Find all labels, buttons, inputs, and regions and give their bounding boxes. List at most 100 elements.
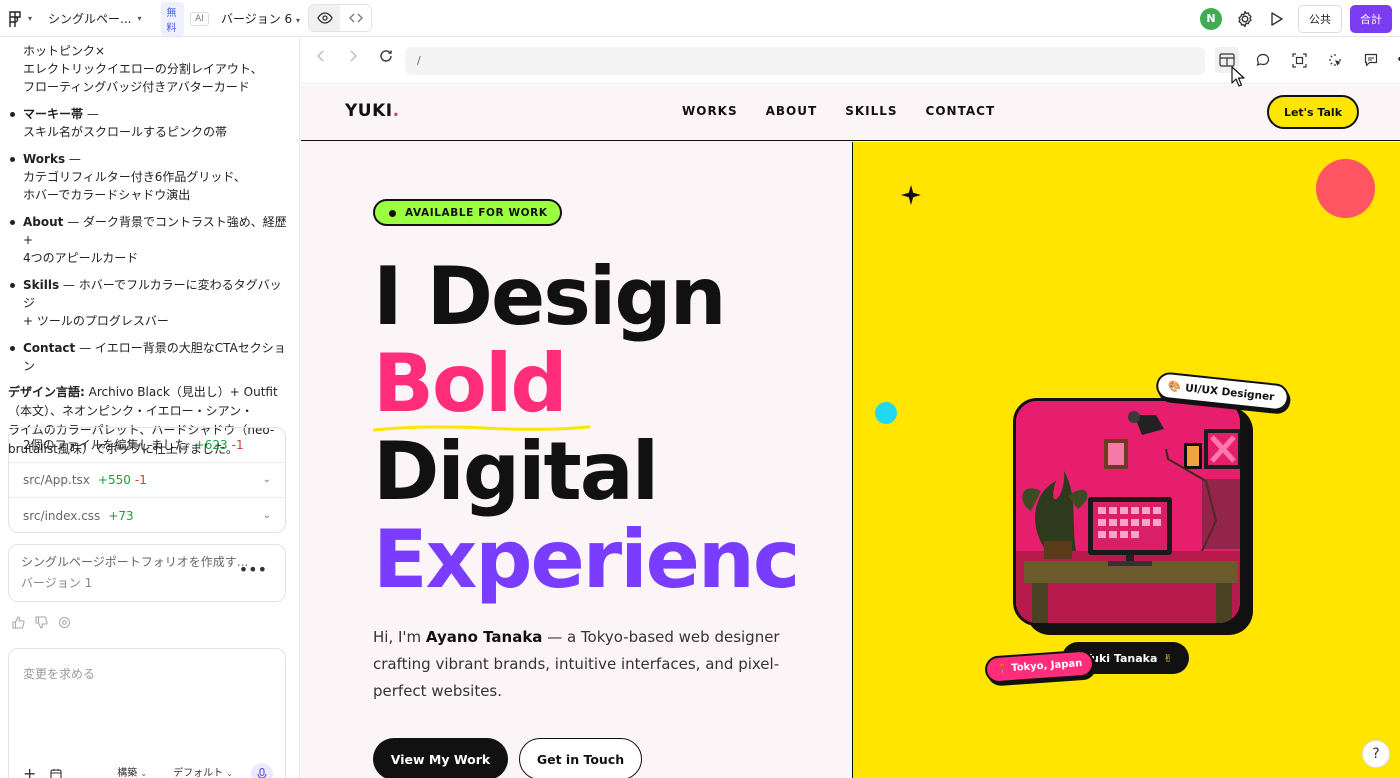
thumbs-down-icon[interactable] [35,616,48,629]
palette-icon: 🎨 [1167,380,1182,394]
brand-dot: . [392,101,400,121]
speech-bubble-icon [1256,53,1270,67]
view-work-button[interactable]: View My Work [373,738,508,778]
file-row[interactable]: src/index.css +73 ⌄ [9,498,285,532]
forward-icon[interactable] [347,50,359,62]
version-selector-label: バージョン 6 [220,12,293,26]
assistant-message: ホットピンク× エレクトリックイエローの分割レイアウト、 フローティングバッジ付… [8,42,292,459]
hero-text-section: AVAILABLE FOR WORK I Design Bold Digital… [301,142,852,778]
select-element-icon [1291,52,1307,68]
prompt-input[interactable] [23,665,273,705]
publish-button[interactable]: 公共 [1298,4,1342,33]
deletions-count: -1 [134,473,147,487]
site-nav-links: WORKS ABOUT SKILLS CONTACT [682,104,995,118]
pin-icon: 📍 [996,663,1009,675]
list-item-text: ホバーでカラードシャドウ演出 [23,188,191,202]
microphone-icon [257,768,267,778]
nav-link-about[interactable]: ABOUT [766,104,818,118]
magic-edit-button[interactable] [1323,47,1347,73]
project-header: ▾ シングルペー... ▾ 無料 AI バージョン 6 ▾ [0,0,300,37]
hero-visual-section: 🎨 UI/UX Designer Yuki Tanaka ✌ 📍 Tokyo, … [852,142,1400,778]
feedback-icons [12,616,71,629]
view-toggle [308,4,372,32]
version-selector[interactable]: バージョン 6 ▾ [221,10,300,27]
chat-panel: ホットピンク× エレクトリックイエローの分割レイアウト、 フローティングバッジ付… [0,38,300,778]
design-language-title: デザイン言語: [8,385,85,399]
calendar-icon[interactable] [50,768,62,778]
chevron-down-icon[interactable]: ▾ [137,14,141,23]
chevron-down-icon[interactable]: ▾ [28,14,32,23]
more-horizontal-icon: ••• [1396,52,1400,68]
site-navbar: YUKI. WORKS ABOUT SKILLS CONTACT Let's T… [301,85,1400,141]
nav-link-works[interactable]: WORKS [682,104,738,118]
site-brand[interactable]: YUKI. [345,101,400,121]
list-item-text: 4つのアピールカード [23,251,139,265]
lets-talk-button[interactable]: Let's Talk [1267,95,1359,129]
list-item: マーキー帯 — スキル名がスクロールするピンクの帯 [8,105,292,141]
back-icon[interactable] [315,50,327,62]
coral-circle-decoration [1316,159,1375,218]
avatar[interactable]: N [1200,7,1222,30]
headline-line-2: Bold [373,337,568,430]
help-button[interactable]: ? [1362,740,1390,768]
files-summary[interactable]: 2個のファイルを編集しました +623 -1 [9,428,285,463]
intro-prefix: Hi, I'm [373,628,426,646]
app-logo-icon[interactable] [8,9,22,29]
microphone-button[interactable] [251,763,273,778]
plus-icon[interactable]: + [23,765,36,778]
restore-icon[interactable] [58,616,71,629]
model-select[interactable]: デフォルト ⌄ [173,765,233,778]
project-name[interactable]: シングルペー... [48,10,131,27]
get-in-touch-button[interactable]: Get in Touch [519,738,642,778]
more-options-icon[interactable]: ••• [239,561,267,579]
file-name: src/index.css [23,508,101,523]
name-tag-label: Yuki Tanaka [1084,651,1158,665]
preview-tab[interactable] [309,5,340,31]
feature-list: ホットピンク× エレクトリックイエローの分割レイアウト、 フローティングバッジ付… [8,42,292,375]
list-item-title: About [23,215,64,229]
brand-name: YUKI [345,101,393,121]
more-button[interactable]: ••• [1395,47,1400,73]
list-item-text: — [65,152,81,166]
inspect-button[interactable] [1287,47,1311,73]
list-item: ホットピンク× エレクトリックイエローの分割レイアウト、 フローティングバッジ付… [8,42,292,96]
top-actions: N 公共 合計 [1200,0,1392,37]
additions-count: +623 [194,438,228,452]
cyan-circle-decoration [875,402,897,424]
chevron-down-icon: ⌄ [140,769,148,778]
chevron-down-icon[interactable]: ⌄ [263,507,271,525]
deletions-count: -1 [231,438,244,452]
code-tab[interactable] [340,5,371,31]
nav-link-skills[interactable]: SKILLS [845,104,897,118]
chevron-down-icon[interactable]: ⌄ [263,471,271,489]
mode-select[interactable]: 構築 ⌄ [117,765,147,778]
list-item-title: Works [23,152,66,166]
file-row[interactable]: src/App.tsx +550 -1 ⌄ [9,463,285,498]
feedback-button[interactable] [1359,47,1383,73]
prompt-toolbar: + 構築 ⌄ デフォルト ⌄ [23,763,273,778]
edited-files-card: 2個のファイルを編集しました +623 -1 src/App.tsx +550 … [8,427,286,533]
comment-button[interactable] [1251,47,1275,73]
refresh-icon[interactable] [379,49,393,63]
files-summary-label: 2個のファイルを編集しました [23,438,187,452]
thumbs-up-icon[interactable] [12,616,25,629]
headline-line-1: I Design [373,250,727,343]
share-button[interactable]: 合計 [1350,4,1392,33]
version-card-subtitle: バージョン 1 [21,576,93,590]
nav-link-contact[interactable]: CONTACT [926,104,996,118]
model-select-label: デフォルト [173,768,224,778]
prompt-box: + 構築 ⌄ デフォルト ⌄ [8,648,286,778]
message-square-icon [1364,53,1378,67]
design-language-text: （本文）、ネオンピンク・イエロー・シアン・ [8,404,254,418]
code-icon [348,13,363,23]
design-language-text: Archivo Black（見出し）+ Outfit [84,385,278,399]
victory-hand-icon: ✌ [1163,651,1173,665]
list-item-text: スキル名がスクロールするピンクの帯 [23,125,228,139]
availability-badge: AVAILABLE FOR WORK [373,199,562,226]
version-card[interactable]: シングルページポートフォリオを作成す... バージョン 1 ••• [8,544,286,602]
url-bar[interactable]: / [405,47,1205,75]
eye-icon [316,12,333,24]
site-preview: YUKI. WORKS ABOUT SKILLS CONTACT Let's T… [301,85,1400,778]
play-icon[interactable] [1268,11,1284,27]
gear-icon[interactable] [1236,10,1254,28]
